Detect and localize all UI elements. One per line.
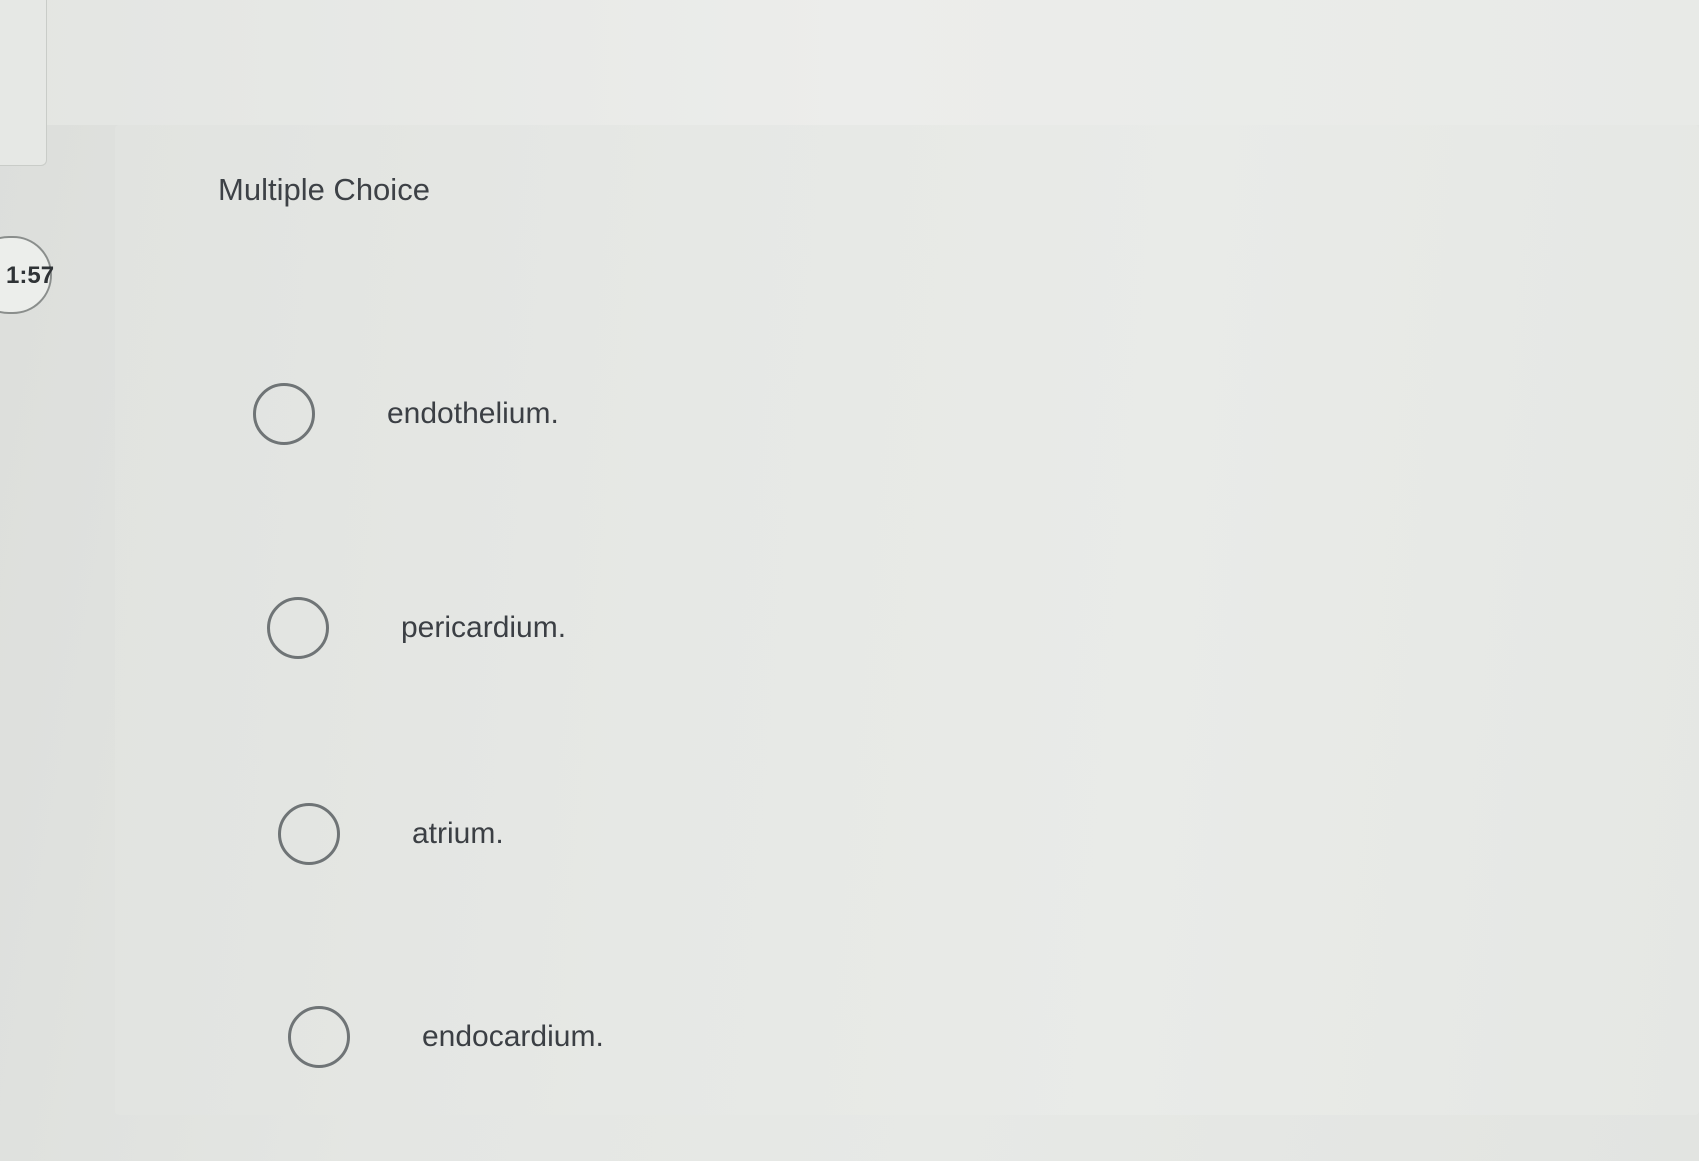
left-side-panel — [0, 0, 47, 166]
radio-button-icon[interactable] — [253, 383, 315, 445]
timer-badge: 1:57 — [0, 236, 55, 314]
radio-button-icon[interactable] — [267, 597, 329, 659]
radio-button-icon[interactable] — [288, 1006, 350, 1068]
option-label: endothelium. — [387, 397, 559, 430]
answer-option-atrium[interactable]: atrium. — [278, 794, 504, 874]
answer-options: endothelium. pericardium. atrium. endoca… — [190, 330, 1650, 1100]
answer-option-endothelium[interactable]: endothelium. — [253, 374, 559, 454]
answer-option-endocardium[interactable]: endocardium. — [288, 997, 604, 1077]
timer-text: 1:57 — [6, 262, 55, 289]
radio-button-icon[interactable] — [278, 803, 340, 865]
answer-option-pericardium[interactable]: pericardium. — [267, 588, 566, 668]
option-label: endocardium. — [422, 1020, 604, 1053]
top-band — [0, 0, 1699, 125]
option-label: pericardium. — [401, 611, 567, 644]
quiz-page: 1:57 Multiple Choice endothelium. perica… — [0, 0, 1699, 1161]
question-type-label: Multiple Choice — [218, 172, 430, 207]
option-label: atrium. — [412, 817, 504, 850]
